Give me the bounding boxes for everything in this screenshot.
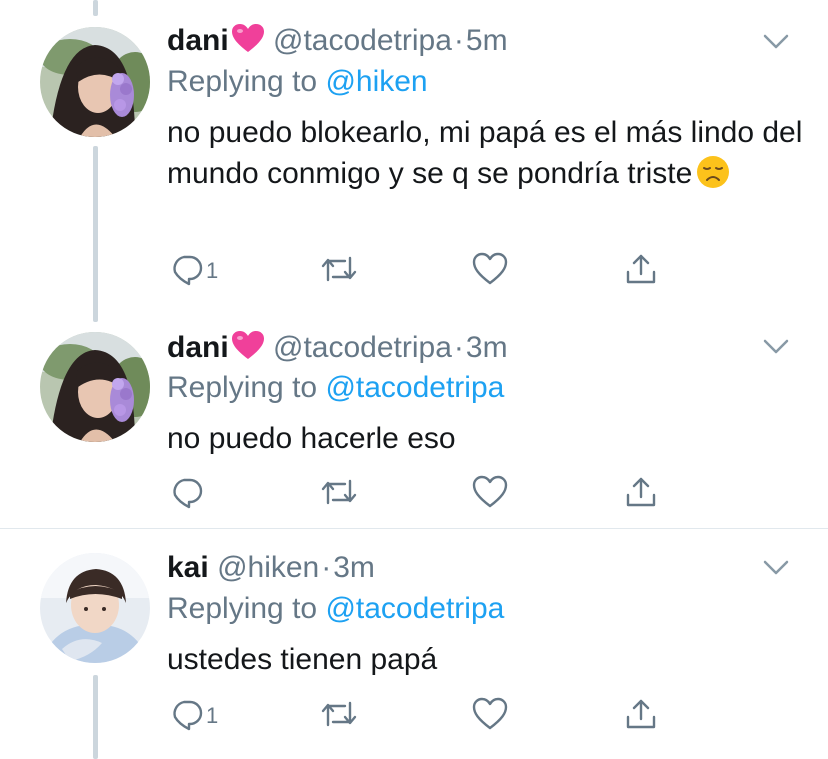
avatar[interactable] [40, 27, 150, 137]
like-button[interactable] [472, 697, 508, 736]
mention-link[interactable]: @tacodetripa [325, 592, 504, 625]
separator-dot: · [321, 551, 332, 584]
mention-link[interactable]: @hiken [325, 65, 427, 98]
tweet-text: ustedes tienen papá [167, 639, 807, 680]
reply-button[interactable] [170, 477, 206, 511]
chevron-down-icon[interactable] [762, 558, 790, 578]
tweet-text: no puedo blokearlo, mi papá es el más li… [167, 112, 807, 200]
replying-to: Replying to @tacodetripa [167, 371, 504, 405]
user-handle[interactable]: @hiken [217, 551, 319, 584]
reply-button[interactable]: 1 [170, 699, 218, 733]
tweet-actions [170, 475, 670, 514]
avatar[interactable] [40, 332, 150, 442]
retweet-icon [320, 252, 358, 291]
tweet-header: kai @hiken·3m [167, 551, 375, 585]
reply-button[interactable]: 1 [170, 254, 218, 288]
tweet-text-content: ustedes tienen papá [167, 643, 438, 676]
avatar[interactable] [40, 553, 150, 663]
share-icon [624, 475, 658, 514]
disappointed-face-icon [696, 155, 730, 200]
heart-outline-icon [472, 697, 508, 736]
pink-heart-icon [231, 330, 265, 368]
tweet[interactable]: dani @tacodetripa·3m Replying to @tacode… [0, 330, 828, 528]
like-button[interactable] [472, 475, 508, 514]
share-button[interactable] [624, 699, 658, 733]
reply-icon [170, 697, 204, 736]
chevron-down-icon[interactable] [762, 32, 790, 52]
user-handle[interactable]: @tacodetripa [273, 331, 452, 364]
timestamp[interactable]: 3m [466, 331, 508, 364]
tweet-actions: 1 [170, 697, 670, 736]
reply-count: 1 [206, 703, 219, 728]
share-icon [624, 252, 658, 291]
replying-to-label: Replying to [167, 371, 318, 404]
mention-link[interactable]: @tacodetripa [325, 371, 504, 404]
replying-to-label: Replying to [167, 592, 318, 625]
tweet[interactable]: dani @tacodetripa·5m Replying to @hiken … [0, 0, 828, 330]
tweet-actions: 1 [170, 252, 670, 291]
pink-heart-icon [231, 23, 265, 61]
retweet-button[interactable] [320, 477, 358, 511]
heart-outline-icon [472, 475, 508, 514]
timestamp[interactable]: 5m [466, 24, 508, 57]
separator-dot: · [453, 24, 464, 57]
tweet-text: no puedo hacerle eso [167, 418, 807, 459]
tweet-header: dani @tacodetripa·3m [167, 330, 508, 368]
reply-icon [170, 475, 204, 514]
retweet-button[interactable] [320, 254, 358, 288]
chevron-down-icon[interactable] [762, 337, 790, 357]
separator-dot: · [453, 331, 464, 364]
display-name[interactable]: dani [167, 331, 229, 364]
like-button[interactable] [472, 252, 508, 291]
reply-count: 1 [206, 258, 219, 283]
replying-to: Replying to @tacodetripa [167, 592, 504, 626]
replying-to: Replying to @hiken [167, 65, 428, 99]
tweet-header: dani @tacodetripa·5m [167, 23, 508, 61]
display-name[interactable]: dani [167, 24, 229, 57]
tweet-text-content: no puedo hacerle eso [167, 422, 456, 455]
share-button[interactable] [624, 254, 658, 288]
tweet[interactable]: kai @hiken·3m Replying to @tacodetripa u… [0, 529, 828, 759]
retweet-icon [320, 475, 358, 514]
replying-to-label: Replying to [167, 65, 318, 98]
share-button[interactable] [624, 477, 658, 511]
reply-icon [170, 252, 204, 291]
heart-outline-icon [472, 252, 508, 291]
display-name[interactable]: kai [167, 551, 209, 584]
retweet-icon [320, 697, 358, 736]
share-icon [624, 697, 658, 736]
retweet-button[interactable] [320, 699, 358, 733]
user-handle[interactable]: @tacodetripa [273, 24, 452, 57]
timestamp[interactable]: 3m [333, 551, 375, 584]
